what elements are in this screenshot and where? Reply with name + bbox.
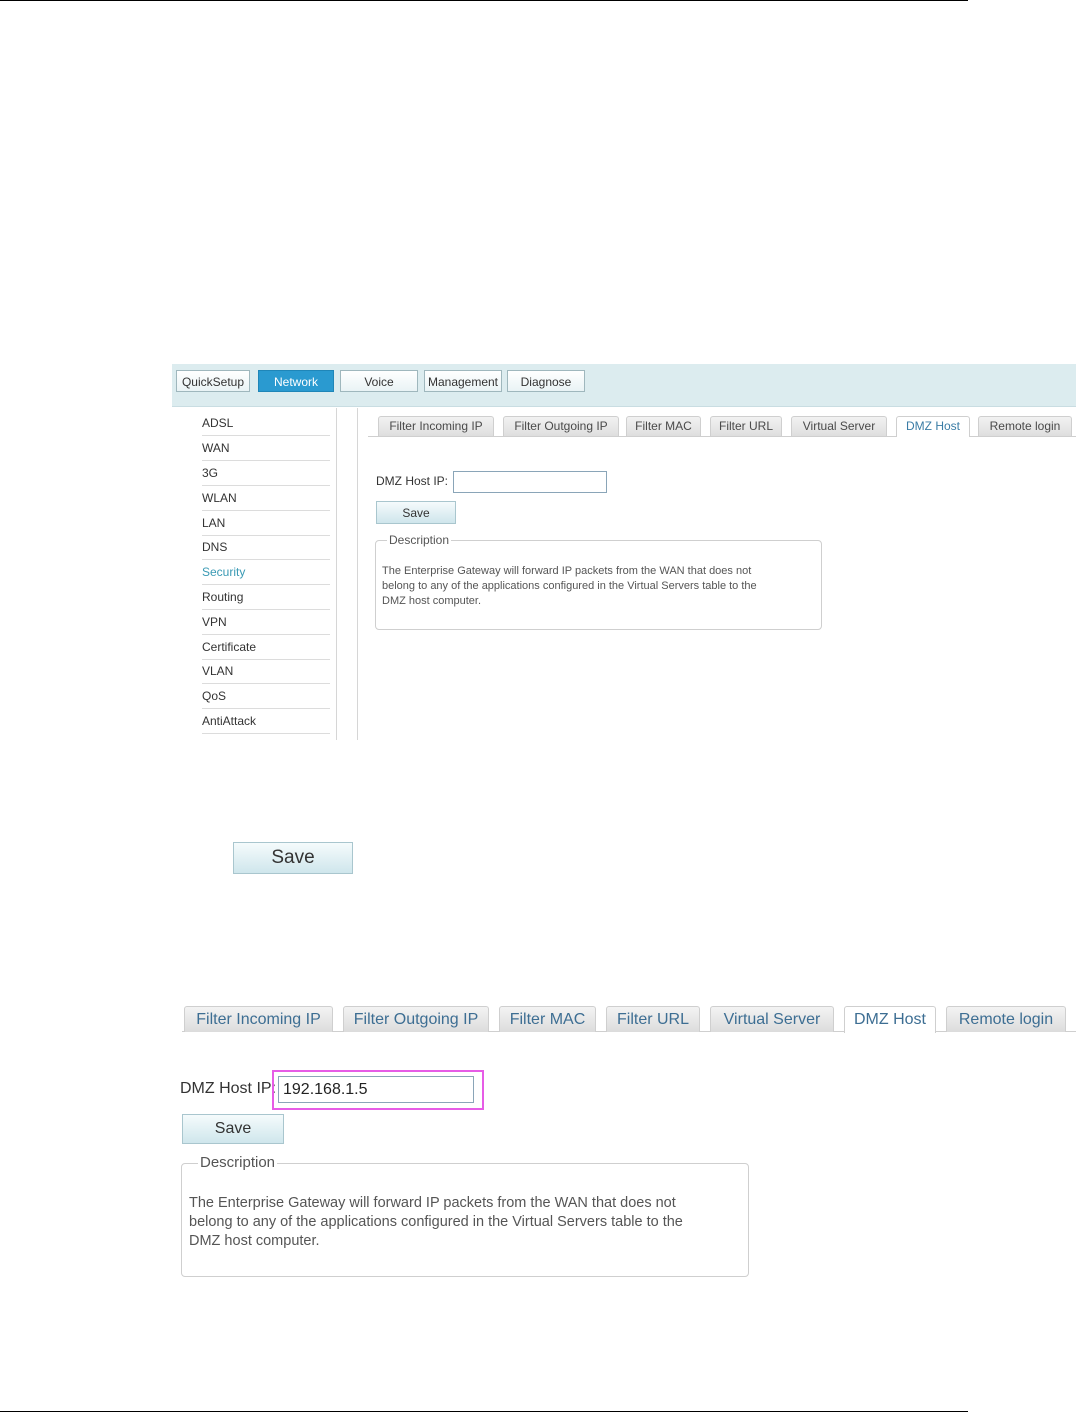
top-rule (0, 0, 968, 1)
sidebar-item-wan[interactable]: WAN (202, 437, 330, 461)
description-2-line-2: belong to any of the applications config… (189, 1214, 683, 1230)
bottom-rule (0, 1411, 968, 1412)
sidebar-item-dns[interactable]: DNS (202, 536, 330, 560)
save-button-2[interactable]: Save (182, 1114, 284, 1144)
sidebar-item-vlan[interactable]: VLAN (202, 660, 330, 684)
sidebar-item-antiattack[interactable]: AntiAttack (202, 710, 330, 734)
description-2-line-3: DMZ host computer. (189, 1233, 320, 1249)
tab-filter-incoming-ip[interactable]: Filter Incoming IP (378, 416, 494, 436)
nav-voice[interactable]: Voice (340, 370, 418, 392)
nav-network[interactable]: Network (258, 370, 334, 392)
dmz-host-ip-label: DMZ Host IP: (376, 474, 449, 488)
sidebar-item-vpn[interactable]: VPN (202, 611, 330, 635)
description-line-3: DMZ host computer. (382, 595, 482, 607)
tab2-filter-url[interactable]: Filter URL (606, 1006, 700, 1032)
dmz-host-ip-label-2: DMZ Host IP: (180, 1080, 277, 1097)
description-box: Description The Enterprise Gateway will … (375, 533, 822, 630)
sidebar-item-wlan[interactable]: WLAN (202, 487, 330, 511)
description-line-1: The Enterprise Gateway will forward IP p… (382, 565, 752, 577)
tab-remote-login[interactable]: Remote login (978, 416, 1072, 436)
sidebar-item-routing[interactable]: Routing (202, 586, 330, 610)
sidebar-item-certificate[interactable]: Certificate (202, 636, 330, 660)
tab-filter-url[interactable]: Filter URL (710, 416, 782, 436)
tab-filter-mac[interactable]: Filter MAC (626, 416, 701, 436)
save-button[interactable]: Save (376, 501, 456, 524)
dmz-host-ip-input-filled[interactable] (278, 1076, 474, 1103)
tab-dmz-host[interactable]: DMZ Host (896, 416, 970, 437)
tab2-dmz-host[interactable]: DMZ Host (844, 1006, 936, 1033)
top-nav-bar: QuickSetup Network Voice Management Diag… (172, 364, 1076, 407)
standalone-save-button[interactable]: Save (233, 842, 353, 874)
description-box-2: Description The Enterprise Gateway will … (181, 1154, 749, 1277)
sidebar-item-3g[interactable]: 3G (202, 462, 330, 486)
tab2-remote-login[interactable]: Remote login (946, 1006, 1066, 1032)
tab-virtual-server[interactable]: Virtual Server (791, 416, 887, 436)
description-2-line-1: The Enterprise Gateway will forward IP p… (189, 1195, 676, 1211)
description-legend-2: Description (198, 1154, 278, 1171)
description-line-2: belong to any of the applications config… (382, 580, 757, 592)
nav-quicksetup[interactable]: QuickSetup (176, 370, 250, 392)
description-legend: Description (387, 533, 452, 547)
tab2-filter-mac[interactable]: Filter MAC (499, 1006, 596, 1032)
tab-filter-outgoing-ip[interactable]: Filter Outgoing IP (503, 416, 619, 436)
nav-management[interactable]: Management (424, 370, 502, 392)
nav-diagnose[interactable]: Diagnose (507, 370, 585, 392)
sidebar-item-adsl[interactable]: ADSL (202, 412, 330, 436)
tab2-filter-outgoing-ip[interactable]: Filter Outgoing IP (343, 1006, 489, 1032)
dmz-host-ip-input[interactable] (453, 471, 607, 493)
content-divider (357, 408, 358, 740)
tab2-virtual-server[interactable]: Virtual Server (710, 1006, 834, 1032)
router-screenshot-empty: QuickSetup Network Voice Management Diag… (172, 364, 1076, 740)
sidebar: ADSL WAN 3G WLAN LAN DNS Security Routin… (172, 408, 337, 740)
sidebar-item-security[interactable]: Security (202, 561, 330, 585)
tab2-filter-incoming-ip[interactable]: Filter Incoming IP (184, 1006, 333, 1032)
sidebar-item-qos[interactable]: QoS (202, 685, 330, 709)
sidebar-item-lan[interactable]: LAN (202, 512, 330, 536)
